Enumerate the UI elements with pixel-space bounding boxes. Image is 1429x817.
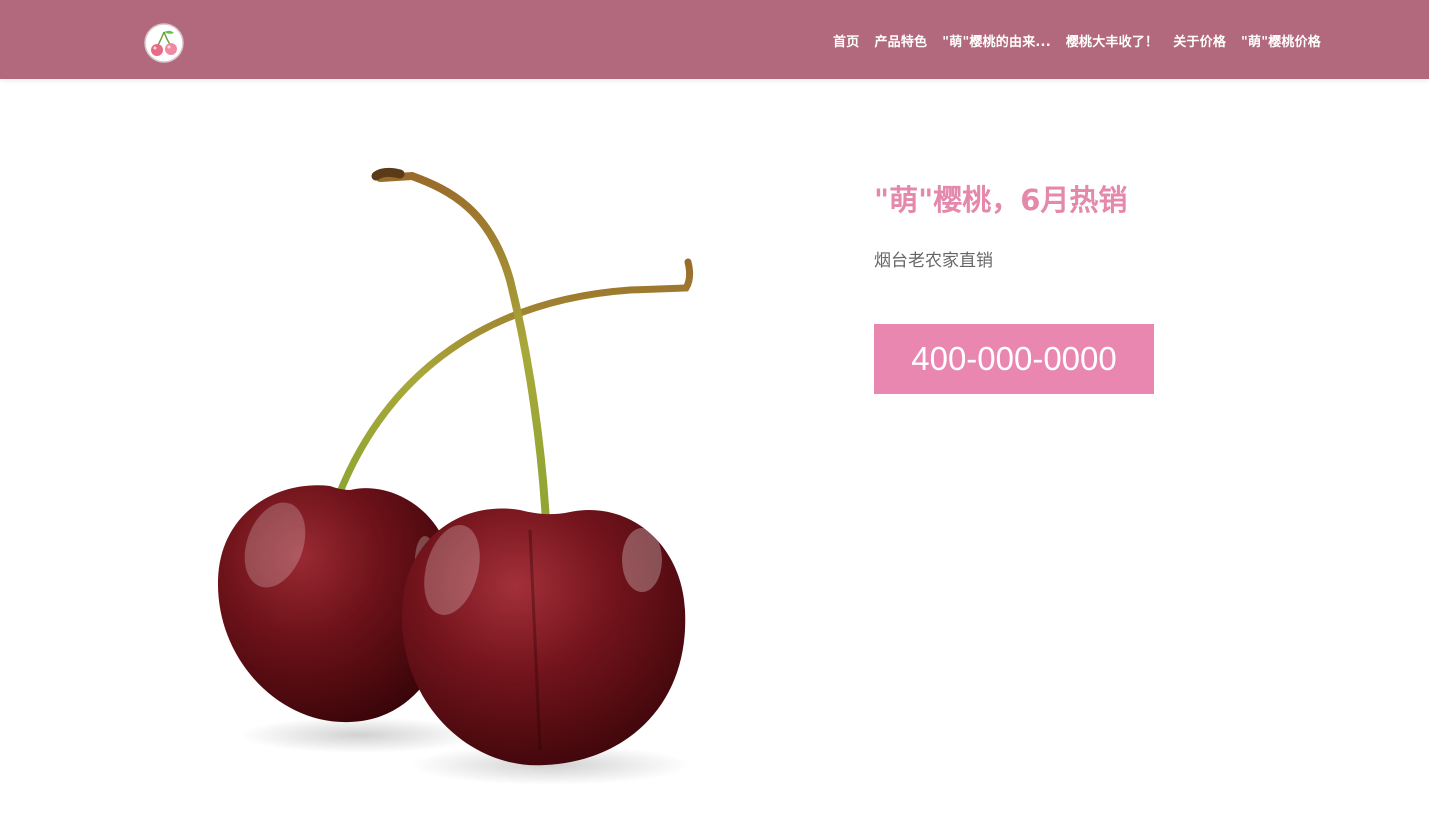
cherries-image (190, 150, 750, 810)
nav-item-harvest[interactable]: 樱桃大丰收了！ (1066, 34, 1158, 52)
nav-item-features[interactable]: 产品特色 (874, 34, 927, 52)
nav-item-price[interactable]: "萌"樱桃价格 (1241, 34, 1321, 52)
cherry-logo-icon[interactable] (144, 23, 184, 63)
hero-subtext: 烟台老农家直销 (874, 251, 993, 271)
nav-item-about-price[interactable]: 关于价格 (1173, 34, 1226, 52)
hero-headline: "萌"樱桃，6月热销 (874, 183, 1128, 217)
nav-item-home[interactable]: 首页 (833, 34, 859, 52)
site-header: 首页 产品特色 "萌"樱桃的由来... 樱桃大丰收了！ 关于价格 "萌"樱桃价格 (0, 0, 1429, 79)
nav-item-origin[interactable]: "萌"樱桃的由来... (942, 34, 1051, 52)
main-nav: 首页 产品特色 "萌"樱桃的由来... 樱桃大丰收了！ 关于价格 "萌"樱桃价格 (833, 34, 1321, 52)
phone-button[interactable]: 400-000-0000 (874, 324, 1154, 394)
